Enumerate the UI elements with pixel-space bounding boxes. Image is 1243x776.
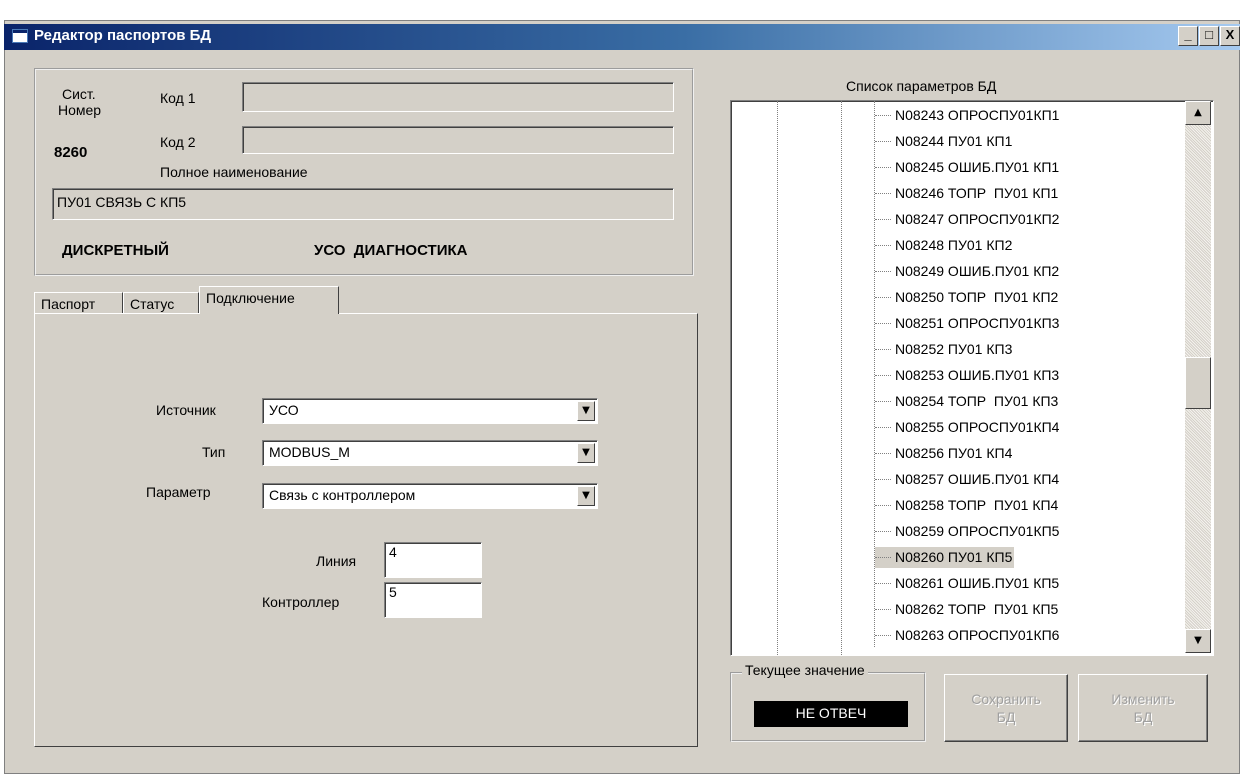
- param-select[interactable]: Связь с контроллером ▼: [262, 483, 598, 509]
- window-title: Редактор паспортов БД: [34, 27, 212, 44]
- line-label: Линия: [316, 553, 357, 569]
- tab-connection[interactable]: Подключение: [199, 286, 339, 314]
- tree-item[interactable]: N08251 ОПРОСПУ01КП3: [875, 313, 1061, 334]
- kind-label: ДИСКРЕТНЫЙ: [62, 242, 169, 259]
- chevron-down-icon[interactable]: ▼: [577, 486, 595, 506]
- scroll-thumb[interactable]: [1185, 357, 1211, 409]
- tab-panel-connection: [34, 313, 698, 747]
- tree-item[interactable]: N08243 ОПРОСПУ01КП1: [875, 105, 1061, 126]
- sys-number-label-line2: Номер: [58, 102, 102, 118]
- type-label: Тип: [202, 444, 226, 460]
- tree-item[interactable]: N08250 ТОПР ПУ01 КП2: [875, 287, 1060, 308]
- tree-item[interactable]: N08245 ОШИБ.ПУ01 КП1: [875, 157, 1061, 178]
- code1-field[interactable]: [242, 82, 674, 112]
- edit-db-label-line1: Изменить: [1111, 691, 1175, 707]
- tree-item[interactable]: N08255 ОПРОСПУ01КП4: [875, 417, 1061, 438]
- maximize-button[interactable]: □: [1199, 26, 1219, 46]
- tree-item[interactable]: N08261 ОШИБ.ПУ01 КП5: [875, 573, 1061, 594]
- param-tree-scrollbar[interactable]: ▲ ▼: [1185, 101, 1211, 653]
- tree-item[interactable]: N08258 ТОПР ПУ01 КП4: [875, 495, 1060, 516]
- controller-label: Контроллер: [262, 594, 340, 610]
- type-select[interactable]: MODBUS_M ▼: [262, 440, 598, 466]
- source-label: Источник: [156, 402, 216, 418]
- tree-item[interactable]: N08254 ТОПР ПУ01 КП3: [875, 391, 1060, 412]
- param-value: Связь с контроллером: [269, 487, 416, 503]
- sys-number-label-line1: Сист.: [62, 86, 96, 102]
- window-icon: [12, 29, 28, 43]
- current-value-label: Текущее значение: [742, 662, 868, 678]
- source-value: УСО: [269, 402, 299, 418]
- fullname-field[interactable]: ПУ01 СВЯЗЬ С КП5: [52, 188, 674, 220]
- param-tree[interactable]: N08243 ОПРОСПУ01КП1 N08244 ПУ01 КП1 N08245…: [730, 100, 1214, 656]
- edit-db-button[interactable]: Изменить БД: [1078, 674, 1208, 742]
- tree-item[interactable]: N08253 ОШИБ.ПУ01 КП3: [875, 365, 1061, 386]
- controller-input[interactable]: 5: [384, 582, 482, 618]
- chevron-down-icon[interactable]: ▼: [577, 443, 595, 463]
- tree-item[interactable]: N08256 ПУ01 КП4: [875, 443, 1014, 464]
- tree-item[interactable]: N08246 ТОПР ПУ01 КП1: [875, 183, 1060, 204]
- code1-label: Код 1: [160, 90, 196, 106]
- tree-item[interactable]: N08257 ОШИБ.ПУ01 КП4: [875, 469, 1061, 490]
- tree-guide-line: [841, 101, 842, 655]
- minimize-button[interactable]: _: [1178, 26, 1198, 46]
- current-value-display: НЕ ОТВЕЧ: [754, 701, 908, 727]
- scroll-up-button[interactable]: ▲: [1185, 101, 1211, 125]
- tree-item[interactable]: N08263 ОПРОСПУ01КП6: [875, 625, 1061, 646]
- type-value: MODBUS_M: [269, 444, 350, 460]
- save-db-label-line1: Сохранить: [971, 691, 1041, 707]
- param-label: Параметр: [146, 484, 211, 500]
- tree-item[interactable]: N08244 ПУ01 КП1: [875, 131, 1014, 152]
- chevron-down-icon[interactable]: ▼: [577, 401, 595, 421]
- tree-item[interactable]: N08262 ТОПР ПУ01 КП5: [875, 599, 1060, 620]
- category-label: УСО ДИАГНОСТИКА: [314, 242, 468, 259]
- save-db-button[interactable]: Сохранить БД: [944, 674, 1068, 742]
- tree-item[interactable]: N08259 ОПРОСПУ01КП5: [875, 521, 1061, 542]
- fullname-label: Полное наименование: [160, 164, 308, 180]
- line-input[interactable]: 4: [384, 542, 482, 578]
- tree-item[interactable]: N08252 ПУ01 КП3: [875, 339, 1014, 360]
- close-button[interactable]: X: [1220, 26, 1240, 46]
- source-select[interactable]: УСО ▼: [262, 398, 598, 424]
- tree-item[interactable]: N08247 ОПРОСПУ01КП2: [875, 209, 1061, 230]
- tree-item[interactable]: N08249 ОШИБ.ПУ01 КП2: [875, 261, 1061, 282]
- save-db-label-line2: БД: [996, 709, 1016, 725]
- tree-item[interactable]: N08248 ПУ01 КП2: [875, 235, 1014, 256]
- scroll-down-button[interactable]: ▼: [1185, 629, 1211, 653]
- code2-field[interactable]: [242, 126, 674, 154]
- param-list-title: Список параметров БД: [846, 78, 997, 94]
- code2-label: Код 2: [160, 134, 196, 150]
- sys-number-value: 8260: [54, 144, 88, 161]
- title-bar[interactable]: Редактор паспортов БД _ □ X: [4, 24, 1240, 50]
- edit-db-label-line2: БД: [1133, 709, 1153, 725]
- tree-item[interactable]: N08260 ПУ01 КП5: [875, 547, 1015, 568]
- tree-guide-line: [777, 101, 778, 655]
